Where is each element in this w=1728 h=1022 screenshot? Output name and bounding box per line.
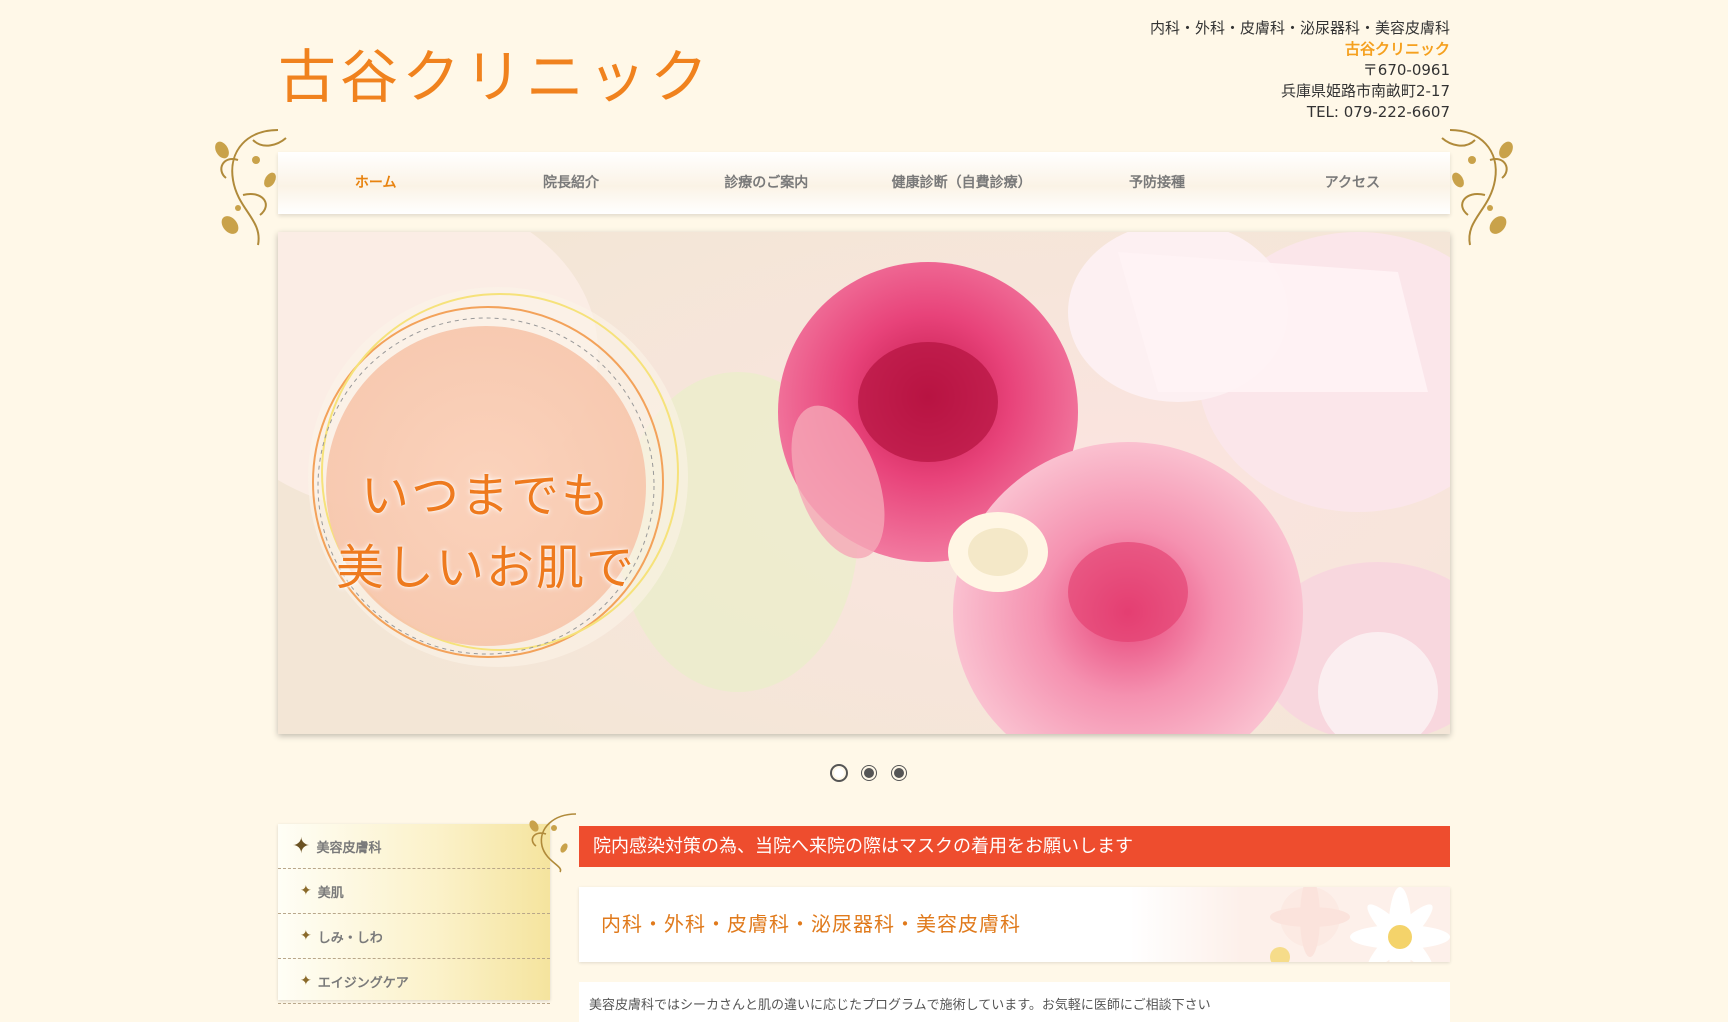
sidebar-item-shimi-shiwa[interactable]: ✦ しみ・しわ	[278, 914, 550, 959]
nav-item-access[interactable]: アクセス	[1255, 152, 1450, 214]
sparkle-icon: ✦	[292, 833, 311, 859]
header-address: 兵庫県姫路市南畝町2-17	[1280, 82, 1450, 100]
sparkle-icon: ✦	[300, 883, 312, 899]
nav-item-director[interactable]: 院長紹介	[473, 152, 668, 214]
daisy-flower-image	[1130, 887, 1450, 962]
header-clinic-name: 古谷クリニック	[1344, 40, 1450, 58]
intro-text: 美容皮膚科ではシーカさんと肌の違いに応じたプログラムで施術しています。お気軽に医…	[579, 982, 1450, 1022]
header-tel: TEL: 079-222-6607	[1306, 103, 1450, 121]
hero-caption: いつまでも 美しいお肌で	[326, 460, 646, 604]
sidebar-title[interactable]: ✦ 美容皮膚科	[278, 824, 550, 869]
sidebar-item-label: しみ・しわ	[317, 930, 383, 946]
hero-slider[interactable]: いつまでも 美しいお肌で	[278, 232, 1450, 734]
sidebar-title-label: 美容皮膚科	[316, 840, 382, 856]
slider-dot-2[interactable]	[862, 766, 876, 780]
notice-banner: 院内感染対策の為、当院へ来院の際はマスクの着用をお願いします	[579, 826, 1450, 867]
nav-item-vaccination[interactable]: 予防接種	[1059, 152, 1254, 214]
section-title: 内科・外科・皮膚科・泌尿器科・美容皮膚科	[601, 912, 1021, 936]
sparkle-icon: ✦	[300, 928, 312, 944]
header-postal-code: 〒670-0961	[1362, 61, 1450, 79]
slider-dot-3[interactable]	[892, 766, 906, 780]
sidebar-item-aging-care[interactable]: ✦ エイジングケア	[278, 959, 550, 1004]
nav-item-services[interactable]: 診療のご案内	[669, 152, 864, 214]
header-contact-info: 内科・外科・皮膚科・泌尿器科・美容皮膚科 古谷クリニック 〒670-0961 兵…	[1150, 18, 1450, 123]
hero-caption-line1: いつまでも	[360, 468, 611, 524]
sidebar-menu: ✦ 美容皮膚科 ✦ 美肌 ✦ しみ・しわ ✦ エイジングケア	[278, 824, 550, 1004]
main-navigation: ホーム 院長紹介 診療のご案内 健康診断（自費診療） 予防接種 アクセス	[278, 152, 1450, 214]
hero-caption-line2: 美しいお肌で	[335, 540, 636, 596]
content-floral-ornament-icon	[529, 813, 577, 873]
nav-item-home[interactable]: ホーム	[278, 152, 473, 214]
header-departments: 内科・外科・皮膚科・泌尿器科・美容皮膚科	[1149, 19, 1450, 37]
section-heading-box: 内科・外科・皮膚科・泌尿器科・美容皮膚科	[579, 887, 1450, 962]
nav-item-health-checkup[interactable]: 健康診断（自費診療）	[864, 152, 1059, 214]
sparkle-icon: ✦	[300, 973, 312, 989]
site-logo[interactable]: 古谷クリニック	[278, 30, 712, 114]
sidebar-item-label: 美肌	[317, 885, 344, 901]
sidebar-item-bihada[interactable]: ✦ 美肌	[278, 869, 550, 914]
slider-pagination	[832, 766, 906, 780]
sidebar-item-label: エイジングケア	[317, 975, 409, 991]
slider-dot-1[interactable]	[832, 766, 846, 780]
